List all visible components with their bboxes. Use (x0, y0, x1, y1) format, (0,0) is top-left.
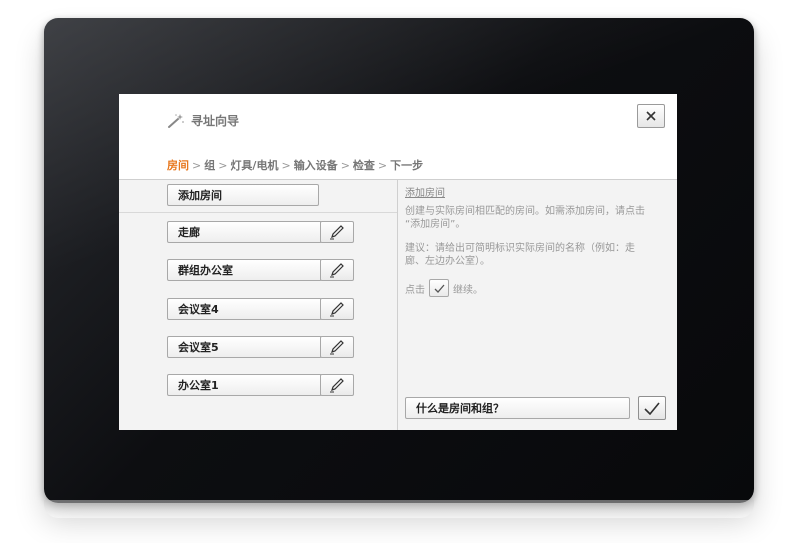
close-button[interactable] (637, 104, 665, 128)
breadcrumb-separator: > (192, 159, 202, 172)
info-heading: 添加房间 (405, 188, 445, 199)
wizard-screen: 寻址向导 房间 > 组 > 灯具/电机 > 输入设备 > 检查 > 下一步 添加房间 走廊 群组办公… (119, 94, 677, 430)
breadcrumb-step-luminaires[interactable]: 灯具/电机 (230, 159, 278, 172)
pencil-icon (330, 263, 344, 278)
room-item-office-1[interactable]: 办公室1 (167, 374, 322, 396)
pane-divider (397, 180, 398, 430)
room-item-group-office[interactable]: 群组办公室 (167, 259, 322, 281)
add-room-divider (119, 212, 397, 213)
room-item-meeting-room-5[interactable]: 会议室5 (167, 336, 322, 358)
close-icon (646, 111, 656, 121)
breadcrumb-step-check[interactable]: 检查 (353, 159, 375, 172)
pencil-icon (330, 340, 344, 355)
breadcrumb-step-groups[interactable]: 组 (204, 159, 215, 172)
continue-hint: 点击 继续。 (405, 279, 483, 297)
wizard-title-text: 寻址向导 (191, 114, 240, 128)
breadcrumb-step-input-devices[interactable]: 输入设备 (294, 159, 338, 172)
bezel-reflection (44, 500, 754, 518)
info-paragraph-suggestion: 建议：请给出可简明标识实际房间的名称（例如：走廊、左边办公室）。 (405, 243, 635, 267)
breadcrumb-separator: > (218, 159, 228, 172)
breadcrumb-step-rooms[interactable]: 房间 (167, 159, 189, 172)
wizard-header: 寻址向导 房间 > 组 > 灯具/电机 > 输入设备 > 检查 > 下一步 (119, 94, 677, 180)
pencil-icon (330, 225, 344, 240)
pencil-icon (330, 302, 344, 317)
edit-room-button[interactable] (320, 336, 354, 358)
room-item-meeting-room-4[interactable]: 会议室4 (167, 298, 322, 320)
edit-room-button[interactable] (320, 259, 354, 281)
pencil-icon (330, 378, 344, 393)
confirm-button[interactable] (638, 396, 666, 420)
breadcrumb: 房间 > 组 > 灯具/电机 > 输入设备 > 检查 > 下一步 (167, 157, 423, 173)
continue-prefix: 点击 (405, 284, 425, 296)
add-room-button[interactable]: 添加房间 (167, 184, 319, 206)
edit-room-button[interactable] (320, 374, 354, 396)
checkmark-icon (429, 279, 449, 297)
checkmark-icon (644, 401, 660, 415)
magic-wand-icon (168, 113, 184, 128)
breadcrumb-separator: > (281, 159, 291, 172)
info-paragraph-create: 创建与实际房间相匹配的房间。如需添加房间，请点击 “添加房间”。 (405, 206, 645, 230)
breadcrumb-separator: > (377, 159, 388, 172)
breadcrumb-step-next[interactable]: 下一步 (390, 159, 423, 172)
wizard-title: 寻址向导 (167, 112, 239, 129)
continue-suffix: 继续。 (453, 284, 483, 296)
edit-room-button[interactable] (320, 221, 354, 243)
room-item-corridor[interactable]: 走廊 (167, 221, 322, 243)
help-rooms-groups-button[interactable]: 什么是房间和组？ (405, 397, 630, 419)
edit-room-button[interactable] (320, 298, 354, 320)
breadcrumb-separator: > (340, 159, 350, 172)
